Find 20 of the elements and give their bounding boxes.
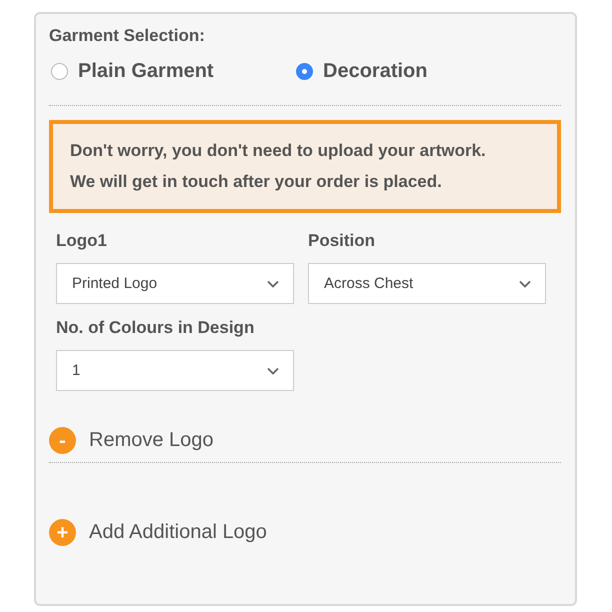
section-title: Garment Selection:	[49, 26, 206, 46]
radio-label: Decoration	[323, 60, 428, 83]
dropdown-select[interactable]: Printed Logo	[56, 263, 294, 304]
notice-text: Don't worry, you don't need to upload your artwork.	[70, 141, 487, 161]
notice-text: We will get in touch after your order is placed.	[70, 172, 443, 192]
radio-label: Plain Garment	[78, 60, 214, 83]
radio-option[interactable]: Decoration	[296, 60, 541, 83]
field-label: No. of Colours in Design	[56, 318, 256, 338]
field-label: Logo1	[56, 231, 108, 251]
radio-button[interactable]	[51, 63, 68, 80]
chevron-down-icon	[267, 366, 279, 374]
radio-button[interactable]	[296, 63, 313, 80]
dropdown-select[interactable]: Across Chest	[308, 263, 546, 304]
chevron-down-icon	[519, 280, 531, 288]
add-logo-link[interactable]: Add Additional Logo	[89, 521, 267, 544]
field-label: Position	[308, 231, 376, 251]
remove-logo-link[interactable]: Remove Logo	[89, 429, 214, 452]
radio-option[interactable]: Plain Garment	[51, 60, 296, 83]
chevron-down-icon	[267, 280, 279, 288]
dropdown-select[interactable]: 1	[56, 350, 294, 391]
